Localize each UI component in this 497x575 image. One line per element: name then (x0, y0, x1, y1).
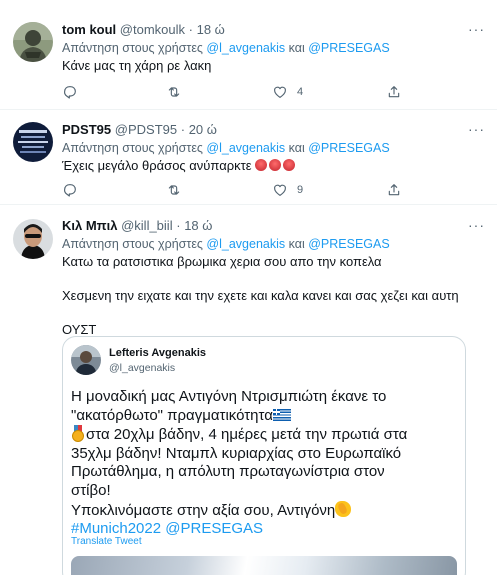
timestamp[interactable]: 18 ώ (197, 22, 225, 37)
tweet-header: PDST95 @PDST95 · 20 ώ (62, 121, 485, 139)
like-icon (274, 184, 286, 196)
like-button[interactable]: 9 (272, 182, 303, 198)
like-count: 9 (297, 184, 304, 196)
retweet-button[interactable] (166, 182, 182, 198)
quoted-text-line: Υποκλινόμαστε στην αξία σου, Αντιγόνη (71, 501, 336, 519)
timestamp[interactable]: 20 ώ (189, 122, 217, 137)
translate-tweet-link[interactable]: Translate Tweet (71, 536, 142, 547)
like-button[interactable]: 4 (272, 84, 303, 100)
tweet-text: Κάνε μας τη χάρη ρε λακη (62, 58, 212, 73)
reply-and: και (288, 141, 305, 155)
share-button[interactable] (386, 84, 402, 100)
reply-context: Απάντηση στους χρήστες @l_avgenakis και … (62, 235, 485, 253)
separator-dot: · (180, 122, 186, 137)
user-handle[interactable]: @kill_biil (121, 218, 173, 233)
tweet-text-line: Έχεις μεγάλο θράσος ανύπαρκτε (62, 157, 485, 175)
quoted-text-line: στα 20χλμ βάδην, 4 ημέρες μετά την πρωτι… (86, 426, 408, 444)
tweet-text: Κατω τα ρατσιστικα βρωμικα χερια σου απο… (62, 254, 382, 269)
tweet-header: tom koul @tomkoulk · 18 ώ (62, 21, 485, 39)
avatar[interactable] (13, 219, 53, 259)
clapping-hands-icon (335, 500, 352, 517)
retweet-icon (168, 87, 180, 97)
tweet-header: Κιλ Μπιλ @kill_biil · 18 ώ (62, 217, 485, 235)
tweet-text: Χεσμενη την ειχατε και την εχετε και καλ… (62, 288, 459, 303)
avatar[interactable] (13, 122, 53, 162)
more-icon[interactable]: ··· (468, 217, 485, 233)
like-count: 4 (297, 86, 304, 98)
retweet-button[interactable] (166, 84, 182, 100)
separator-dot: · (188, 22, 193, 37)
reply-prefix: Απάντηση στους χρήστες (62, 41, 203, 55)
quoted-text-line: "ακατόρθωτο" πραγματικότητα (71, 406, 273, 424)
mention-link[interactable]: @PRESEGAS (308, 141, 389, 155)
share-button[interactable] (386, 182, 402, 198)
greece-flag-icon (272, 408, 291, 421)
reply-and: και (288, 237, 305, 251)
quoted-text-line: στίβο! (71, 481, 111, 499)
reply-icon (64, 86, 76, 99)
timestamp[interactable]: 18 ώ (184, 218, 212, 233)
reply-context: Απάντηση στους χρήστες @l_avgenakis και … (62, 39, 485, 57)
quoted-text-line-medal: στα 20χλμ βάδην, 4 ημέρες μετά την πρωτι… (71, 425, 459, 445)
reply-prefix: Απάντηση στους χρήστες (62, 141, 203, 155)
mention-link[interactable]: @l_avgenakis (206, 41, 285, 55)
quoted-text-line-clap: Υποκλινόμαστε στην αξία σου, Αντιγόνη (71, 500, 459, 521)
quoted-text-line: Η μοναδική μας Αντιγόνη Ντρισμπιώτη έκαν… (71, 388, 387, 405)
display-name[interactable]: PDST95 (62, 122, 111, 137)
reply-button[interactable] (62, 84, 78, 100)
tweet-actions: 4 (62, 84, 422, 102)
tweet[interactable]: tom koul @tomkoulk · 18 ώ ··· Απάντηση σ… (0, 0, 497, 110)
more-icon[interactable]: ··· (468, 121, 485, 137)
tweet[interactable]: PDST95 @PDST95 · 20 ώ ··· Απάντηση στους… (0, 110, 497, 205)
hashtag-link[interactable]: #Munich2022 (71, 520, 161, 537)
tweet-text: Έχεις μεγάλο θράσος ανύπαρκτε (62, 158, 252, 173)
mention-link[interactable]: @PRESEGAS (165, 520, 263, 537)
reply-prefix: Απάντηση στους χρήστες (62, 237, 203, 251)
quoted-text-line: 35χλμ βάδην! Νταμπλ κυριαρχίας στο Ευρωπ… (71, 444, 402, 462)
reply-button[interactable] (62, 182, 78, 198)
like-icon (274, 86, 286, 98)
mention-link[interactable]: @l_avgenakis (206, 237, 285, 251)
mention-link[interactable]: @l_avgenakis (206, 141, 285, 155)
tweet-actions: 9 (62, 182, 422, 200)
retweet-icon (168, 185, 180, 195)
reply-icon (64, 184, 76, 197)
quoted-media-image[interactable] (71, 556, 457, 575)
display-name[interactable]: tom koul (62, 22, 116, 37)
mention-link[interactable]: @PRESEGAS (308, 41, 389, 55)
quoted-tweet[interactable]: Lefteris Avgenakis @l_avgenakis Η μοναδι… (62, 336, 466, 575)
reply-and: και (288, 41, 305, 55)
quoted-display-name: Lefteris Avgenakis (109, 347, 207, 359)
user-handle[interactable]: @PDST95 (115, 122, 177, 137)
share-icon (388, 86, 400, 98)
gold-medal-icon (71, 425, 85, 443)
share-icon (388, 184, 400, 196)
quoted-avatar (71, 345, 101, 375)
user-handle[interactable]: @tomkoulk (120, 22, 185, 37)
quoted-text-line-flag: "ακατόρθωτο" πραγματικότητα (71, 407, 459, 426)
more-icon[interactable]: ··· (468, 21, 485, 37)
quoted-tweet-text: Η μοναδική μας Αντιγόνη Ντρισμπιώτη έκαν… (71, 388, 459, 539)
reply-context: Απάντηση στους χρήστες @l_avgenakis και … (62, 139, 485, 157)
avatar[interactable] (13, 22, 53, 62)
tweet[interactable]: Κιλ Μπιλ @kill_biil · 18 ώ ··· Απάντηση … (0, 205, 497, 575)
separator-dot: · (176, 218, 181, 233)
quoted-user-handle: @l_avgenakis (109, 362, 176, 374)
quoted-text-line: Πρωτάθλημα, η απόλυτη πρωταγωνίστρια στο… (71, 463, 385, 481)
mention-link[interactable]: @PRESEGAS (308, 237, 389, 251)
display-name[interactable]: Κιλ Μπιλ (62, 218, 117, 233)
angry-face-icon (255, 158, 297, 173)
